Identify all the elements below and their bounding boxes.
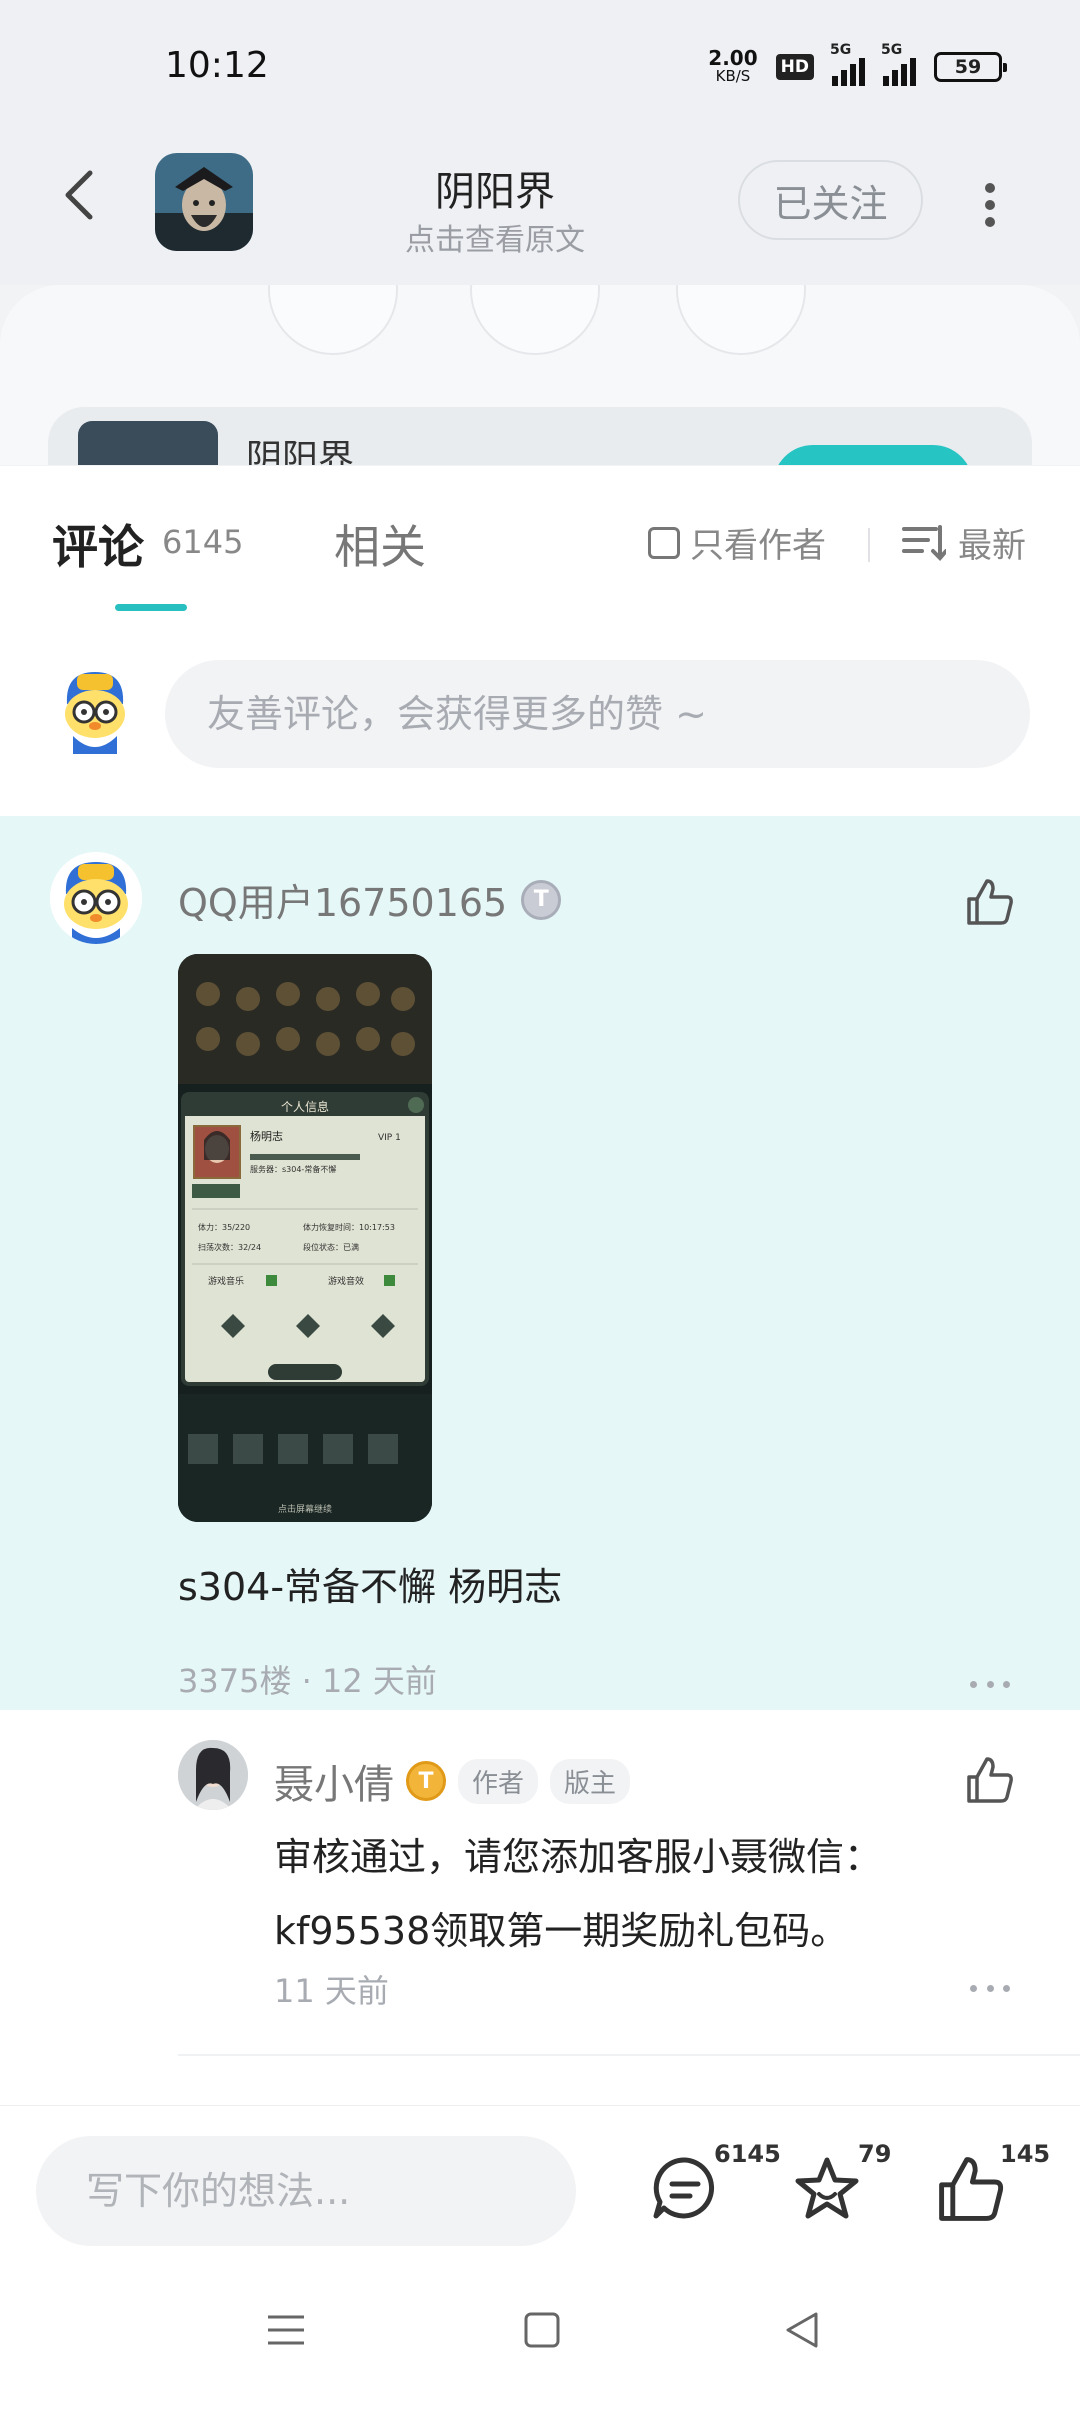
- svg-text:游戏音乐: 游戏音乐: [208, 1275, 244, 1287]
- sort-icon: [902, 524, 946, 561]
- comment-meta: 3375楼 · 12 天前: [178, 1662, 437, 1700]
- follow-button[interactable]: 已关注: [738, 160, 923, 240]
- comment-icon: [653, 2157, 715, 2219]
- tab-indicator: [115, 604, 187, 611]
- checkbox-icon[interactable]: [648, 526, 680, 559]
- share-circle[interactable]: [470, 285, 600, 355]
- thumb-up-icon: [967, 1757, 1013, 1803]
- star-icon: [795, 2157, 859, 2219]
- status-icons: 2.00 KB/S HD 5G 5G 59: [708, 42, 1007, 86]
- game-card-button[interactable]: [773, 445, 973, 465]
- top-header: 阴阳界 点击查看原文 已关注: [0, 135, 1080, 285]
- game-card-title: 阴阳界: [246, 438, 355, 465]
- thumb-up-icon: [967, 879, 1013, 925]
- back-nav-icon: [786, 2312, 818, 2348]
- divider: [868, 528, 870, 562]
- comment-item: QQ用户16750165 T 个人信息 杨明志 VIP 1 服务器：s304-常…: [0, 816, 1080, 1710]
- tab-comments[interactable]: 评论: [52, 511, 144, 577]
- system-nav-bar: [0, 2255, 1080, 2412]
- svg-text:体力恢复时间：10:17:53: 体力恢复时间：10:17:53: [303, 1222, 395, 1232]
- battery-icon: 59: [934, 52, 1007, 82]
- user-avatar[interactable]: [55, 666, 135, 756]
- reply-time: 11 天前: [274, 1972, 389, 2010]
- sort-button[interactable]: 最新: [902, 518, 1026, 567]
- author-only-toggle[interactable]: 只看作者: [648, 518, 826, 567]
- svg-text:个人信息: 个人信息: [281, 1099, 329, 1114]
- signal-icon-2: 5G: [881, 42, 916, 86]
- svg-text:VIP 1: VIP 1: [378, 1133, 401, 1143]
- game-card-image: [78, 421, 218, 465]
- comment-more-button[interactable]: [970, 1674, 1010, 1694]
- reply-like-button[interactable]: [960, 1750, 1020, 1810]
- network-speed: 2.00 KB/S: [708, 46, 758, 85]
- comment-count: 6145: [162, 523, 244, 561]
- svg-text:点击屏幕继续: 点击屏幕继续: [278, 1503, 332, 1515]
- svg-text:游戏音效: 游戏音效: [328, 1275, 364, 1287]
- level-badge-icon: T: [406, 1761, 446, 1801]
- commenter-avatar[interactable]: [50, 852, 142, 944]
- replier-name[interactable]: 聂小倩: [274, 1752, 394, 1810]
- level-badge-icon: T: [521, 879, 562, 920]
- svg-text:扫荡次数：32/24: 扫荡次数：32/24: [198, 1242, 261, 1252]
- recent-apps-button[interactable]: [256, 2300, 316, 2360]
- more-icon: [970, 1984, 977, 1992]
- tab-related[interactable]: 相关: [334, 511, 426, 577]
- status-time: 10:12: [165, 45, 269, 86]
- signal-icon: 5G: [830, 42, 865, 86]
- replier-info: 聂小倩 T 作者 版主: [274, 1752, 631, 1810]
- svg-text:段位状态：已满: 段位状态：已满: [303, 1242, 359, 1252]
- more-options-button[interactable]: [970, 175, 1010, 235]
- reply-text: 审核通过，请您添加客服小聂微信：kf95538领取第一期奖励礼包码。: [274, 1835, 883, 1953]
- comments-count: 6145: [714, 2140, 781, 2168]
- comment-image[interactable]: 个人信息 杨明志 VIP 1 服务器：s304-常备不懈 体力：35/220 体…: [178, 954, 432, 1522]
- svg-text:杨明志: 杨明志: [250, 1129, 283, 1143]
- game-card[interactable]: 阴阳界: [48, 407, 1032, 465]
- status-bar: 10:12 2.00 KB/S HD 5G 5G 59: [0, 0, 1080, 135]
- more-icon: [985, 183, 995, 193]
- comment-text: s304-常备不懈 杨明志: [178, 1565, 563, 1609]
- reply-input[interactable]: 写下你的想法...: [36, 2136, 576, 2246]
- bottom-action-bar: 写下你的想法... 6145 79 145: [0, 2105, 1080, 2255]
- home-icon: [524, 2312, 560, 2348]
- comment-tabs: 评论 6145 相关 只看作者 最新: [0, 466, 1080, 626]
- likes-count: 145: [1000, 2140, 1051, 2168]
- comment-input[interactable]: 友善评论，会获得更多的赞 ~: [165, 660, 1030, 768]
- hd-icon: HD: [775, 54, 814, 80]
- more-icon: [970, 1680, 977, 1688]
- reply-item: 聂小倩 T 作者 版主 审核通过，请您添加客服小聂微信：kf95538领取第一期…: [0, 1710, 1080, 2105]
- home-button[interactable]: [512, 2300, 572, 2360]
- favorites-count: 79: [858, 2140, 892, 2168]
- post-content-peek: 阴阳界: [0, 285, 1080, 465]
- divider: [178, 2054, 1080, 2056]
- author-tag: 作者: [458, 1758, 539, 1804]
- comment-input-row: 友善评论，会获得更多的赞 ~: [0, 626, 1080, 816]
- back-nav-button[interactable]: [772, 2300, 832, 2360]
- share-circle[interactable]: [268, 285, 398, 355]
- thumb-up-icon: [939, 2157, 1004, 2221]
- svg-text:服务器：s304-常备不懈: 服务器：s304-常备不懈: [250, 1164, 336, 1174]
- comment-like-button[interactable]: [960, 872, 1020, 932]
- svg-text:体力：35/220: 体力：35/220: [198, 1222, 250, 1232]
- commenter-name[interactable]: QQ用户16750165 T: [178, 872, 562, 927]
- menu-icon: [268, 2315, 304, 2345]
- moderator-tag: 版主: [550, 1758, 631, 1804]
- reply-more-button[interactable]: [970, 1978, 1010, 1998]
- share-circle[interactable]: [676, 285, 806, 355]
- replier-avatar[interactable]: [178, 1740, 248, 1810]
